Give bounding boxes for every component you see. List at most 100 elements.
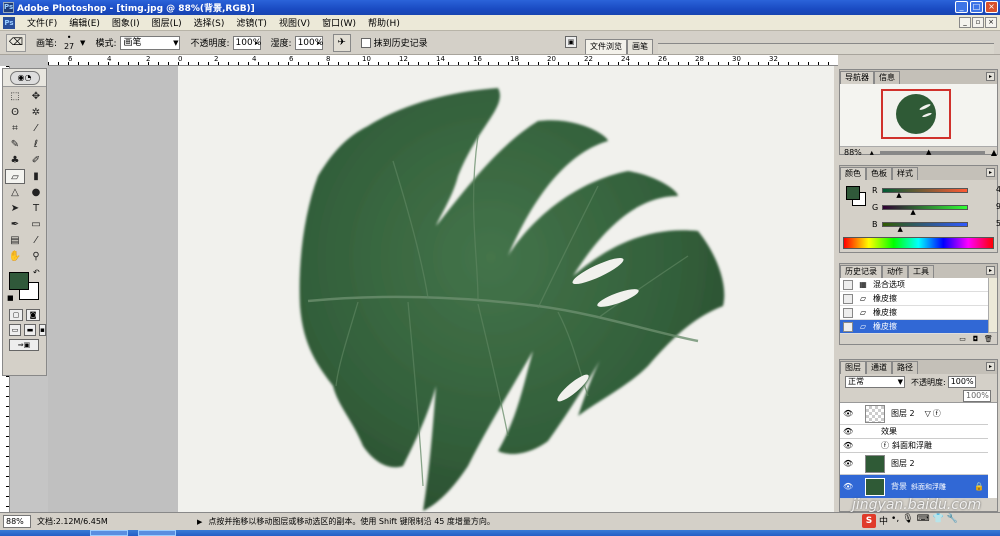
navigator-view-box[interactable]	[881, 89, 951, 139]
chevron-down-icon[interactable]: ▽	[925, 409, 931, 418]
taskbar-button[interactable]	[90, 530, 128, 536]
eye-icon[interactable]: 👁	[843, 427, 853, 436]
screen-mode-full-icon[interactable]: ▪	[39, 324, 46, 336]
blue-slider-knob-icon[interactable]: ▲	[898, 225, 903, 233]
red-value[interactable]: 48	[982, 184, 1000, 196]
pen-icon[interactable]: ✒	[5, 217, 25, 232]
green-slider-knob-icon[interactable]: ▲	[910, 208, 915, 216]
ime-language[interactable]: 中	[879, 514, 888, 528]
blend-mode-select[interactable]: 正常 ▼	[845, 376, 905, 388]
shape-icon[interactable]: ▭	[26, 217, 46, 232]
tab-actions[interactable]: 动作	[882, 265, 908, 278]
panel-menu-icon[interactable]: ▸	[986, 168, 995, 177]
marquee-icon[interactable]: ⬚	[5, 89, 25, 104]
menu-filter[interactable]: 滤镜(T)	[230, 16, 273, 29]
layer-row[interactable]: 👁 图层 2	[840, 453, 988, 475]
shirt-icon[interactable]: 👕	[933, 514, 944, 528]
crop-icon[interactable]: ⌗	[5, 121, 25, 136]
tab-paths[interactable]: 路径	[892, 361, 918, 374]
blue-slider[interactable]	[882, 221, 968, 227]
tab-color[interactable]: 颜色	[840, 167, 866, 180]
wrench-icon[interactable]: 🔧	[947, 514, 958, 528]
screen-mode-standard-icon[interactable]: ▭	[9, 324, 21, 336]
slider-knob-icon[interactable]: ▲	[926, 148, 931, 156]
tab-channels[interactable]: 通道	[866, 361, 892, 374]
green-value[interactable]: 90	[982, 201, 1000, 213]
airbrush-toggle-icon[interactable]: ✈	[332, 33, 351, 52]
lasso-icon[interactable]: ʘ	[5, 105, 25, 120]
slice-icon[interactable]: ⁄	[26, 121, 46, 136]
quickmask-mode-icon[interactable]: ◙	[26, 309, 40, 321]
history-scrollbar[interactable]	[988, 278, 997, 332]
red-slider-knob-icon[interactable]: ▲	[896, 191, 901, 199]
dodge-icon[interactable]: ●	[26, 185, 46, 200]
jump-to-imageready-icon[interactable]: ⇒▣	[9, 339, 39, 351]
tab-swatches[interactable]: 色板	[866, 167, 892, 180]
tab-navigator[interactable]: 导航器	[840, 71, 874, 84]
menu-help[interactable]: 帮助(H)	[362, 16, 406, 29]
magic-wand-icon[interactable]: ✲	[26, 105, 46, 120]
zoom-in-icon[interactable]: ▲	[991, 148, 997, 157]
tab-brushes[interactable]: 画笔	[627, 39, 653, 54]
history-item[interactable]: ▱ 橡皮擦	[840, 292, 988, 306]
gradient-icon[interactable]: ▮	[26, 169, 46, 184]
menu-edit[interactable]: 编辑(E)	[63, 16, 106, 29]
sogou-ime-icon[interactable]: S	[862, 514, 876, 528]
panel-menu-icon[interactable]: ▸	[986, 266, 995, 275]
layer-row[interactable]: 👁 图层 2 ▽ ⓕ	[840, 403, 988, 425]
history-source-box[interactable]	[843, 321, 853, 332]
horizontal-ruler[interactable]: 6 4 2 0 2 4 6 8 10 12 14 16 18 20 22 24 …	[48, 55, 838, 66]
healing-brush-icon[interactable]: ✎	[5, 137, 25, 152]
notes-icon[interactable]: ▤	[5, 233, 25, 248]
eye-icon[interactable]: 👁	[843, 482, 853, 491]
brush-picker[interactable]: • 27	[60, 33, 78, 53]
tab-layers[interactable]: 图层	[840, 361, 866, 374]
clone-stamp-icon[interactable]: ♣	[5, 153, 25, 168]
panel-foreground-swatch[interactable]	[846, 186, 860, 200]
brush-dropdown-icon[interactable]: ▼	[80, 39, 85, 47]
default-colors-icon[interactable]: ■	[7, 294, 14, 302]
zoom-input[interactable]: 88%	[3, 515, 31, 528]
tool-preset-eraser-icon[interactable]: ⌫	[6, 33, 26, 52]
navigator-preview[interactable]	[840, 84, 997, 146]
history-item[interactable]: ▱ 橡皮擦	[840, 306, 988, 320]
ime-punctuation-icon[interactable]: •,	[891, 514, 899, 528]
trash-icon[interactable]: 🗑	[984, 335, 993, 343]
layer-row-selected[interactable]: 👁 背景 斜面和浮雕 🔒	[840, 475, 988, 499]
doc-restore-button[interactable]: ▫	[972, 17, 984, 28]
history-source-box[interactable]	[843, 293, 853, 304]
mode-select[interactable]: 画笔 ▼	[120, 35, 181, 50]
tab-info[interactable]: 信息	[874, 71, 900, 84]
tab-tool-presets[interactable]: 工具	[908, 265, 934, 278]
close-button[interactable]: ×	[985, 1, 998, 13]
menu-layer[interactable]: 图层(L)	[146, 16, 188, 29]
eraser-icon[interactable]: ▱	[5, 169, 25, 184]
history-brush-icon[interactable]: ✐	[26, 153, 46, 168]
standard-mode-icon[interactable]: ▢	[9, 309, 23, 321]
history-source-box[interactable]	[843, 279, 853, 290]
eyedropper-icon[interactable]: ⁄	[26, 233, 46, 248]
swap-colors-icon[interactable]: ↶	[33, 268, 40, 277]
zoom-out-icon[interactable]: ▴	[870, 148, 874, 157]
blue-value[interactable]: 52	[982, 218, 1000, 230]
history-source-box[interactable]	[843, 307, 853, 318]
move-icon[interactable]: ✥	[26, 89, 46, 104]
history-item[interactable]: ▦ 混合选项	[840, 278, 988, 292]
keyboard-icon[interactable]: ⌨	[917, 514, 930, 528]
doc-close-button[interactable]: ×	[985, 17, 997, 28]
new-document-from-state-icon[interactable]: ▭	[958, 335, 967, 343]
tab-styles[interactable]: 样式	[892, 167, 918, 180]
eye-icon[interactable]: 👁	[843, 459, 853, 468]
navigator-zoom-value[interactable]: 88%	[844, 148, 862, 157]
app-menu-icon[interactable]: Ps	[3, 16, 15, 29]
maximize-button[interactable]: □	[970, 1, 983, 13]
doc-minimize-button[interactable]: _	[959, 17, 971, 28]
document-size[interactable]: 文档:2.12M/6.45M	[37, 516, 187, 527]
image-canvas[interactable]	[178, 66, 834, 512]
zoom-icon[interactable]: ⚲	[26, 249, 46, 264]
toolbox-header[interactable]: ◉◔	[3, 69, 46, 87]
new-snapshot-icon[interactable]: ◘	[971, 335, 980, 343]
palette-well-icon[interactable]: ▣	[565, 36, 577, 48]
minimize-button[interactable]: _	[955, 1, 968, 13]
effects-row[interactable]: 👁 效果	[840, 425, 988, 439]
